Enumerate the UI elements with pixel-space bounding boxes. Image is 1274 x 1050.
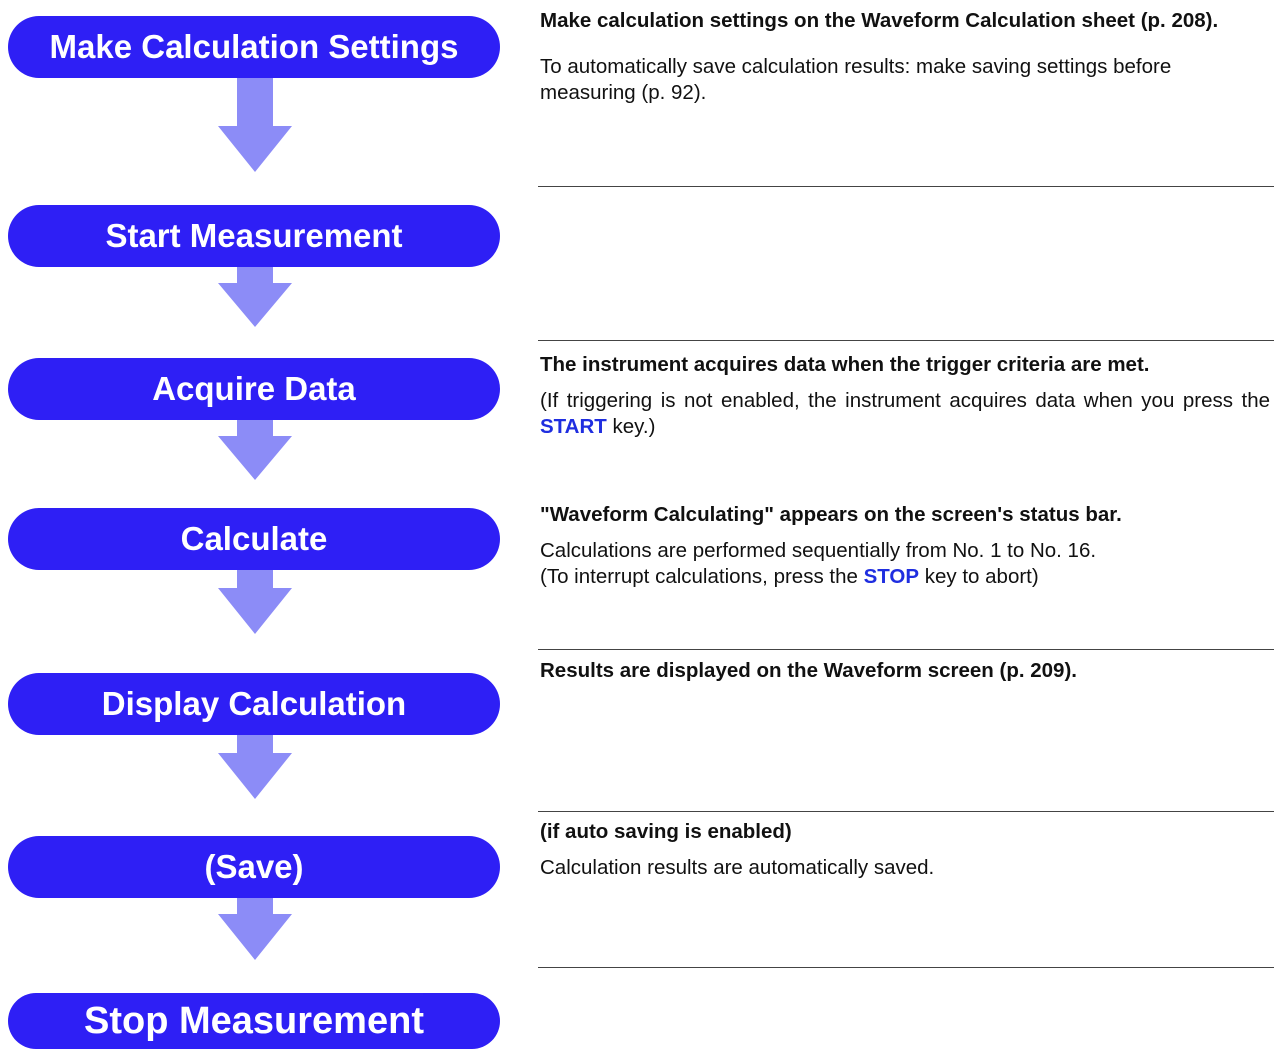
note-calculate-heading: "Waveform Calculating" appears on the sc…: [540, 503, 1122, 526]
divider: [538, 340, 1274, 341]
note-acquire-text: (If triggering is not enabled, the instr…: [540, 389, 1270, 412]
note-acquire-body: (If triggering is not enabled, the instr…: [540, 388, 1270, 440]
step-display-calculation: Display Calculation: [8, 673, 500, 735]
note-save-body: Calculation results are automatically sa…: [540, 856, 935, 879]
step-acquire-data: Acquire Data: [8, 358, 500, 420]
divider: [538, 967, 1274, 968]
down-arrow-icon: [218, 570, 292, 634]
step-save: (Save): [8, 836, 500, 898]
down-arrow-icon: [218, 267, 292, 327]
step-make-calculation-settings: Make Calculation Settings: [8, 16, 500, 78]
step-stop-measurement: Stop Measurement: [8, 993, 500, 1049]
divider: [538, 649, 1274, 650]
note-acquire-text-end: key.): [606, 415, 656, 438]
note-settings: Make calculation settings on the Wavefor…: [540, 8, 1270, 106]
stop-key-label: STOP: [863, 565, 920, 588]
note-settings-heading: Make calculation settings on the Wavefor…: [540, 9, 1219, 32]
step-start-measurement: Start Measurement: [8, 205, 500, 267]
down-arrow-icon: [218, 898, 292, 960]
note-save: (if auto saving is enabled) Calculation …: [540, 819, 1270, 881]
start-key-label: START: [540, 415, 607, 438]
note-display-heading: Results are displayed on the Waveform sc…: [540, 659, 1077, 682]
note-acquire-heading: The instrument acquires data when the tr…: [540, 353, 1150, 376]
down-arrow-icon: [218, 78, 292, 172]
divider: [538, 186, 1274, 187]
down-arrow-icon: [218, 735, 292, 799]
flowchart: Make Calculation Settings Start Measurem…: [0, 0, 1274, 1050]
note-calculate-text-end: key to abort): [919, 565, 1039, 588]
note-save-heading: (if auto saving is enabled): [540, 820, 792, 843]
note-settings-body: To automatically save calculation result…: [540, 55, 1172, 104]
note-acquire: The instrument acquires data when the tr…: [540, 352, 1270, 440]
note-display: Results are displayed on the Waveform sc…: [540, 658, 1270, 684]
note-calculate-text: (To interrupt calculations, press the: [540, 565, 864, 588]
down-arrow-icon: [218, 420, 292, 480]
note-calculate: "Waveform Calculating" appears on the sc…: [540, 502, 1270, 590]
step-calculate: Calculate: [8, 508, 500, 570]
note-calculate-line2: (To interrupt calculations, press the ST…: [540, 564, 1270, 590]
divider: [538, 811, 1274, 812]
note-calculate-line1: Calculations are performed sequentially …: [540, 539, 1097, 562]
